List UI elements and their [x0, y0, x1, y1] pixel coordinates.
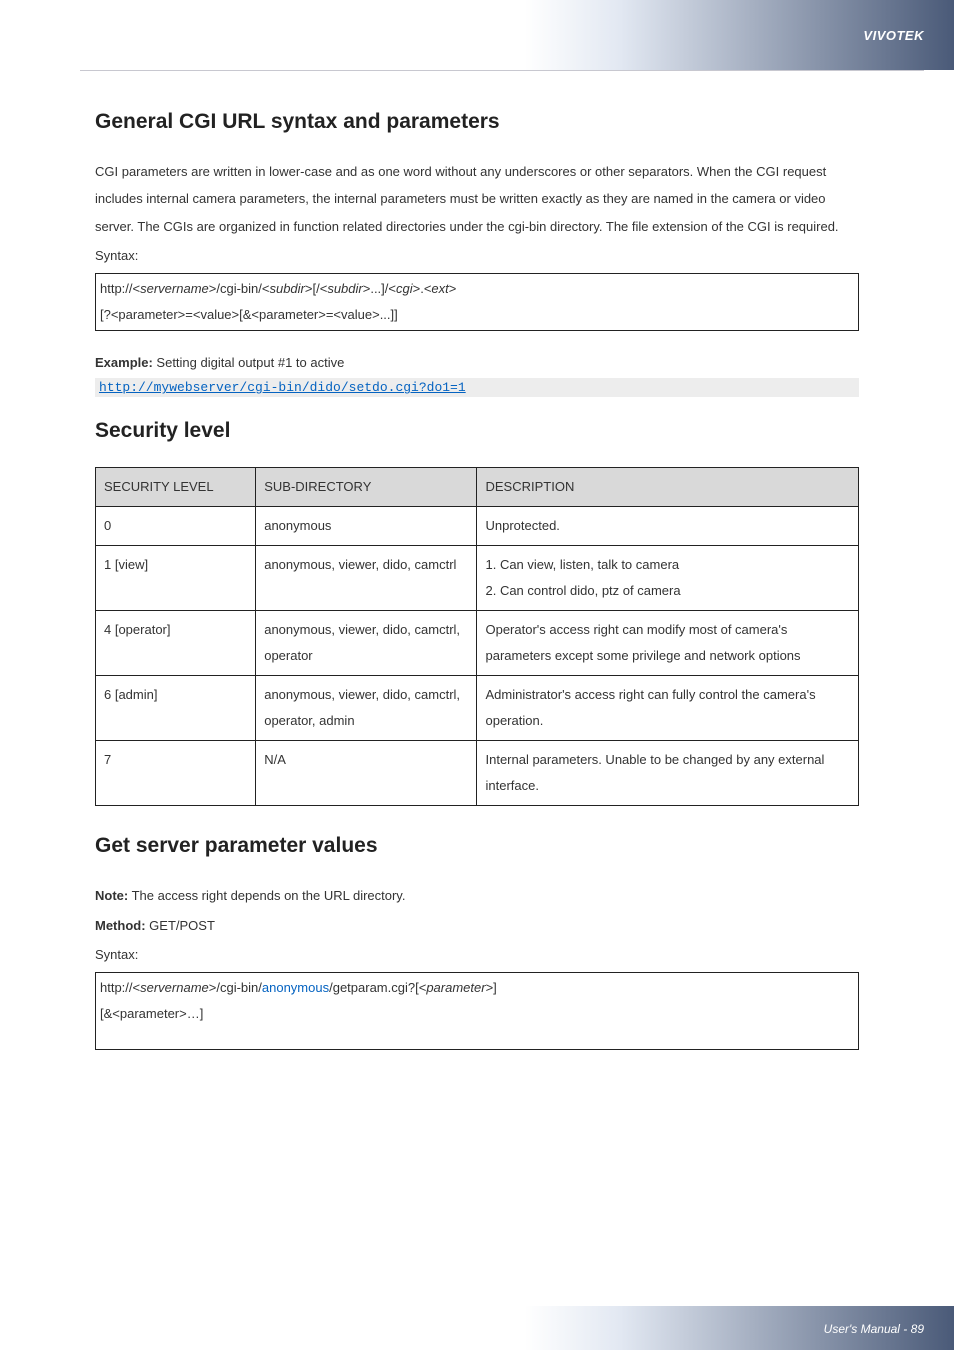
- syntax2-line2: [&<parameter>…]: [100, 1001, 854, 1027]
- cell: anonymous, viewer, dido, camctrl, operat…: [256, 611, 477, 676]
- cell: 1. Can view, listen, talk to camera 2. C…: [477, 546, 859, 611]
- syntax-anon: anonymous: [262, 980, 329, 995]
- example-label: Example:: [95, 355, 153, 370]
- section1-heading: General CGI URL syntax and parameters: [95, 110, 859, 134]
- security-table: SECURITY LEVEL SUB-DIRECTORY DESCRIPTION…: [95, 467, 859, 806]
- syntax-var: parameter: [426, 980, 485, 995]
- syntax-text: >: [449, 281, 457, 296]
- cell: 7: [96, 741, 256, 806]
- brand-label: VIVOTEK: [863, 28, 924, 43]
- syntax-line2: [?<parameter>=<value>[&<parameter>=<valu…: [100, 302, 854, 328]
- section1-paragraph: CGI parameters are written in lower-case…: [95, 158, 859, 240]
- syntax-text: >/cgi-bin/: [209, 980, 262, 995]
- method-line: Method: GET/POST: [95, 912, 859, 939]
- table-row: 7 N/A Internal parameters. Unable to be …: [96, 741, 859, 806]
- footer-page-label: User's Manual - 89: [824, 1322, 924, 1336]
- syntax-text: http://<: [100, 281, 140, 296]
- syntax-var: ext: [431, 281, 448, 296]
- syntax-text: >]: [486, 980, 497, 995]
- table-row: 1 [view] anonymous, viewer, dido, camctr…: [96, 546, 859, 611]
- syntax-box-2: http://<servername>/cgi-bin/anonymous/ge…: [95, 972, 859, 1050]
- example-line: Example: Setting digital output #1 to ac…: [95, 349, 859, 376]
- cell: 4 [operator]: [96, 611, 256, 676]
- header-band: VIVOTEK: [0, 0, 954, 70]
- method-text: GET/POST: [146, 918, 215, 933]
- syntax-var: subdir: [269, 281, 304, 296]
- table-row: 6 [admin] anonymous, viewer, dido, camct…: [96, 676, 859, 741]
- syntax-box-1: http://<servername>/cgi-bin/<subdir>[/<s…: [95, 273, 859, 331]
- syntax-text: >.<: [413, 281, 432, 296]
- cell: anonymous: [256, 507, 477, 546]
- cell: anonymous, viewer, dido, camctrl, operat…: [256, 676, 477, 741]
- table-row: 0 anonymous Unprotected.: [96, 507, 859, 546]
- syntax-var: servername: [140, 980, 209, 995]
- cell: 0: [96, 507, 256, 546]
- syntax-line1: http://<servername>/cgi-bin/<subdir>[/<s…: [100, 276, 854, 302]
- th-sub-directory: SUB-DIRECTORY: [256, 468, 477, 507]
- th-security-level: SECURITY LEVEL: [96, 468, 256, 507]
- section2-heading: Security level: [95, 419, 859, 443]
- syntax-text: >/cgi-bin/<: [209, 281, 270, 296]
- page-content: General CGI URL syntax and parameters CG…: [95, 110, 859, 1068]
- note-line: Note: The access right depends on the UR…: [95, 882, 859, 909]
- syntax-text: >...]/<: [363, 281, 396, 296]
- method-label: Method:: [95, 918, 146, 933]
- cell: 1 [view]: [96, 546, 256, 611]
- cell: 6 [admin]: [96, 676, 256, 741]
- cell: Administrator's access right can fully c…: [477, 676, 859, 741]
- cell-line: 2. Can control dido, ptz of camera: [485, 578, 850, 604]
- syntax-text: http://<: [100, 980, 140, 995]
- cell: Internal parameters. Unable to be change…: [477, 741, 859, 806]
- cell-line: 1. Can view, listen, talk to camera: [485, 552, 850, 578]
- cell: N/A: [256, 741, 477, 806]
- syntax-var: servername: [140, 281, 209, 296]
- footer-band: User's Manual - 89: [0, 1306, 954, 1350]
- note-label: Note:: [95, 888, 128, 903]
- section3-heading: Get server parameter values: [95, 834, 859, 858]
- cell: anonymous, viewer, dido, camctrl: [256, 546, 477, 611]
- table-row: 4 [operator] anonymous, viewer, dido, ca…: [96, 611, 859, 676]
- syntax2-line1: http://<servername>/cgi-bin/anonymous/ge…: [100, 975, 854, 1001]
- syntax-var: subdir: [327, 281, 362, 296]
- table-header-row: SECURITY LEVEL SUB-DIRECTORY DESCRIPTION: [96, 468, 859, 507]
- cell: Unprotected.: [477, 507, 859, 546]
- header-rule: [80, 70, 924, 71]
- example-url[interactable]: http://mywebserver/cgi-bin/dido/setdo.cg…: [95, 378, 859, 397]
- syntax-var: cgi: [396, 281, 413, 296]
- note-text: The access right depends on the URL dire…: [128, 888, 405, 903]
- syntax-text: /getparam.cgi?[<: [329, 980, 426, 995]
- syntax-text: >[/<: [305, 281, 327, 296]
- example-text: Setting digital output #1 to active: [153, 355, 345, 370]
- th-description: DESCRIPTION: [477, 468, 859, 507]
- syntax-label-1: Syntax:: [95, 242, 859, 269]
- syntax-label-2: Syntax:: [95, 941, 859, 968]
- cell: Operator's access right can modify most …: [477, 611, 859, 676]
